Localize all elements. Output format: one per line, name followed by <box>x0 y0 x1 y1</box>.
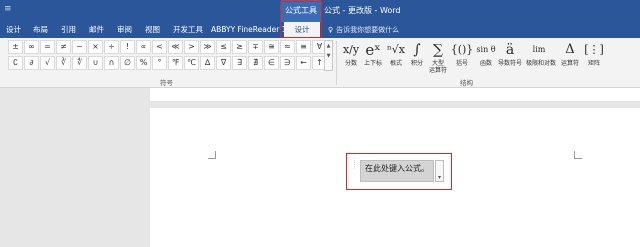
symbol-button[interactable]: ° <box>152 56 167 70</box>
equation-drag-handle[interactable]: ⋮ ⋮ <box>352 158 358 170</box>
symbol-button[interactable]: ∝ <box>136 40 151 54</box>
symbols-gallery: ± ∞ = ≠ ~ × ÷ ! ∝ < ≪ > ≫ ≤ ≥ ∓ ≅ ≈ ≡ ∀ … <box>8 40 330 72</box>
symbol-button[interactable]: ∆ <box>200 56 215 70</box>
symbol-button[interactable]: ≡ <box>296 40 311 54</box>
operator-button[interactable]: Δ 运算符 <box>557 40 583 76</box>
symbol-button[interactable]: ± <box>8 40 23 54</box>
tab-layout[interactable]: 布局 <box>33 22 48 38</box>
group-divider <box>336 41 337 85</box>
tab-developer[interactable]: 开发工具 <box>173 22 203 38</box>
symbol-button[interactable]: × <box>88 40 103 54</box>
tab-mailings[interactable]: 邮件 <box>89 22 104 38</box>
symbol-button[interactable]: ∜ <box>72 56 87 70</box>
tab-references[interactable]: 引用 <box>61 22 76 38</box>
symbol-button[interactable]: ∛ <box>56 56 71 70</box>
document-title: 公式 - 更改版 - Word <box>324 6 401 15</box>
symbol-button[interactable]: % <box>136 56 151 70</box>
symbol-button[interactable]: ∞ <box>24 40 39 54</box>
symbol-button[interactable]: ℃ <box>184 56 199 70</box>
symbol-button[interactable]: ≠ <box>56 40 71 54</box>
symbol-button[interactable]: ∁ <box>8 56 23 70</box>
symbol-button[interactable]: ≫ <box>200 40 215 54</box>
accent-button[interactable]: ä 导数符号 <box>497 40 523 76</box>
symbols-scroll-button[interactable]: ▲ ▼ <box>324 40 333 71</box>
title-bar: ≡ 公式工具 公式 - 更改版 - Word <box>0 0 640 22</box>
symbol-button[interactable]: ∓ <box>248 40 263 54</box>
crop-mark-top-left <box>208 151 216 159</box>
symbol-button[interactable]: ≥ <box>232 40 247 54</box>
symbols-group-label: 符号 <box>160 79 173 87</box>
symbol-button[interactable]: ∩ <box>104 56 119 70</box>
summation-icon: ∑ <box>433 42 443 58</box>
page-gap <box>150 101 640 108</box>
matrix-icon: [⋮] <box>584 43 604 56</box>
symbol-button[interactable]: ÷ <box>104 40 119 54</box>
lightbulb-icon: ♀ <box>328 26 334 34</box>
symbol-button[interactable]: < <box>152 40 167 54</box>
symbol-button[interactable]: ∄ <box>248 56 263 70</box>
bracket-button[interactable]: {()} 括号 <box>449 40 475 76</box>
tell-me-placeholder: 告诉我你想要做什么 <box>336 26 400 34</box>
equation-options-dropdown[interactable]: ▾ <box>435 160 444 182</box>
operator-icon: Δ <box>565 42 575 57</box>
symbol-button[interactable]: ∇ <box>216 56 231 70</box>
limit-icon: lim <box>532 45 546 54</box>
ribbon-tabs: 设计 布局 引用 邮件 审阅 视图 开发工具 ABBYY FineReader … <box>0 22 640 38</box>
symbol-button[interactable]: ∂ <box>24 56 39 70</box>
symbol-button[interactable]: = <box>40 40 55 54</box>
symbol-button[interactable]: ∈ <box>264 56 279 70</box>
symbol-button[interactable]: ! <box>120 40 135 54</box>
save-icon[interactable]: ≡ <box>4 4 12 14</box>
tab-abbyy[interactable]: ABBYY FineReader 12 <box>211 22 291 38</box>
symbols-row-2: ∁ ∂ √ ∛ ∜ ∪ ∩ ∅ % ° ℉ ℃ ∆ ∇ ∃ ∄ ∈ ∋ ← ↑ <box>8 56 330 71</box>
crop-mark-top-right <box>574 151 582 159</box>
tab-view[interactable]: 视图 <box>145 22 160 38</box>
tab-design-main[interactable]: 设计 <box>6 22 21 38</box>
symbol-button[interactable]: > <box>184 40 199 54</box>
symbol-button[interactable]: ∃ <box>232 56 247 70</box>
symbol-button[interactable]: ∋ <box>280 56 295 70</box>
symbol-button[interactable]: ← <box>296 56 311 70</box>
function-icon: sin θ <box>476 45 496 54</box>
symbol-button[interactable]: √ <box>40 56 55 70</box>
symbol-button[interactable]: ~ <box>72 40 87 54</box>
tab-review[interactable]: 审阅 <box>117 22 132 38</box>
symbol-button[interactable]: ≅ <box>264 40 279 54</box>
tab-equation-design[interactable]: 设计 <box>284 22 320 38</box>
symbol-button[interactable]: ≤ <box>216 40 231 54</box>
limit-log-button[interactable]: lim 极限和对数 <box>526 40 556 76</box>
context-tab-title: 公式工具 <box>281 0 321 22</box>
function-button[interactable]: sin θ 函数 <box>473 40 499 76</box>
symbol-button[interactable]: ℉ <box>168 56 183 70</box>
large-operator-button[interactable]: ∑ 大型 运算符 <box>425 40 451 76</box>
matrix-button[interactable]: [⋮] 矩阵 <box>581 40 607 76</box>
symbol-button[interactable]: ≪ <box>168 40 183 54</box>
symbols-row-1: ± ∞ = ≠ ~ × ÷ ! ∝ < ≪ > ≫ ≤ ≥ ∓ ≅ ≈ ≡ ∀ <box>8 40 330 55</box>
ribbon-panel: ± ∞ = ≠ ~ × ÷ ! ∝ < ≪ > ≫ ≤ ≥ ∓ ≅ ≈ ≡ ∀ … <box>0 38 640 88</box>
symbol-button[interactable]: ∪ <box>88 56 103 70</box>
bracket-icon: {()} <box>450 43 474 56</box>
structures-group-label: 结构 <box>460 79 473 87</box>
accent-icon: ä <box>505 42 515 58</box>
previous-page-bottom <box>150 88 640 101</box>
tell-me-search[interactable]: ♀ 告诉我你想要做什么 <box>328 22 399 38</box>
symbol-button[interactable]: ∅ <box>120 56 135 70</box>
equation-placeholder[interactable]: 在此处键入公式。 <box>365 163 429 174</box>
symbol-button[interactable]: ≈ <box>280 40 295 54</box>
